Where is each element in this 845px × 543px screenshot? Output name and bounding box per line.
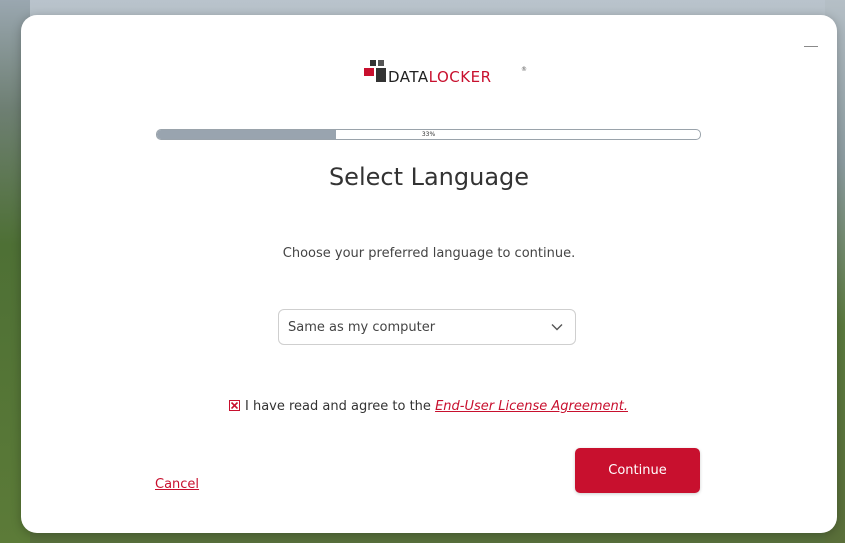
check-x-icon [231, 402, 238, 409]
minimize-icon[interactable] [804, 46, 818, 47]
progress-bar: 33% [156, 129, 701, 140]
logo-registered-mark: ® [521, 66, 527, 73]
progress-label: 33% [421, 131, 436, 138]
setup-dialog: DATALOCKER ® 33% Select Language Choose … [21, 15, 837, 533]
page-title: Select Language [328, 163, 530, 191]
page-subtitle: Choose your preferred language to contin… [282, 246, 576, 261]
datalocker-logo: DATALOCKER ® [364, 58, 544, 90]
chevron-down-icon [551, 324, 563, 331]
language-select[interactable]: Same as my computer [278, 309, 576, 345]
logo-wordmark: DATALOCKER [388, 68, 492, 86]
agreement-checkbox[interactable] [229, 400, 240, 411]
logo-mark-icon [364, 60, 390, 86]
continue-button[interactable]: Continue [575, 448, 700, 493]
eula-link[interactable]: End-User License Agreement. [435, 399, 628, 414]
cancel-link[interactable]: Cancel [155, 477, 199, 492]
agreement-label: I have read and agree to the [245, 399, 436, 414]
language-select-value: Same as my computer [288, 320, 436, 335]
agreement-text: I have read and agree to the End-User Li… [245, 398, 628, 415]
